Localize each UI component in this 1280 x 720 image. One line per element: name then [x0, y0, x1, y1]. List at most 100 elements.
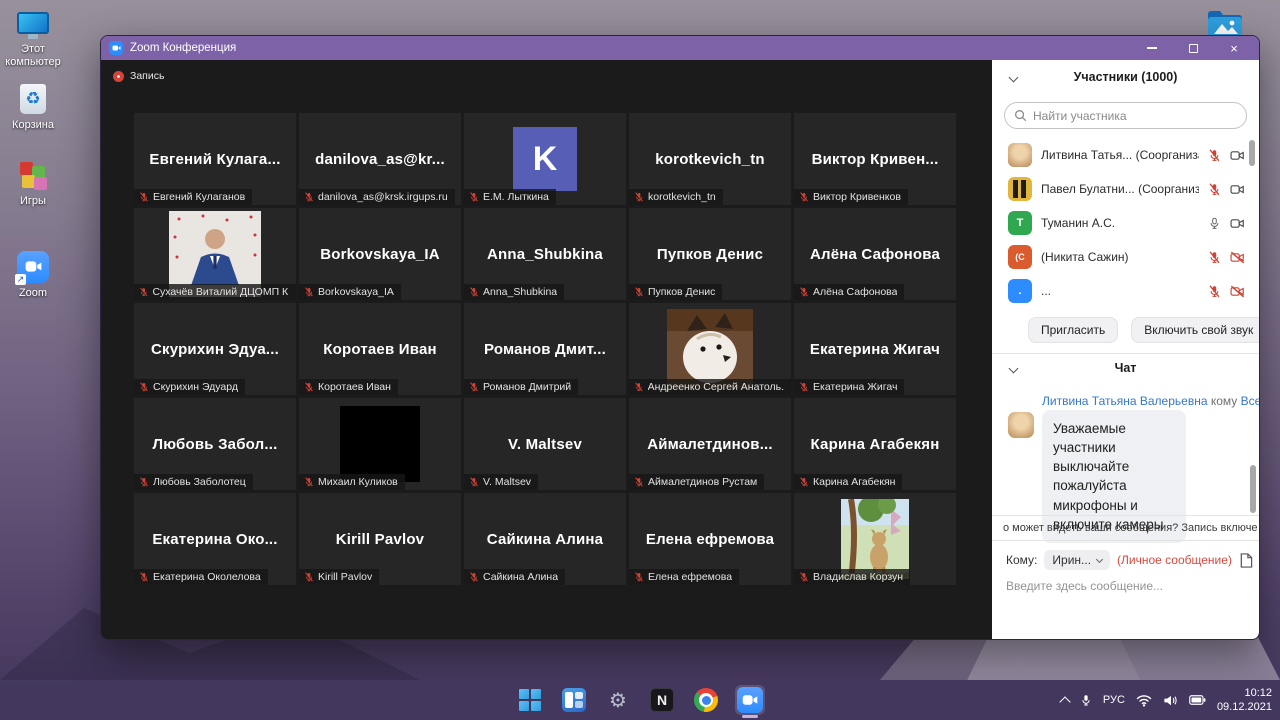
taskbar-icon-settings[interactable]: ⚙	[603, 685, 633, 715]
video-tile[interactable]: Екатерина Жигач Екатерина Жигач	[794, 303, 956, 395]
muted-mic-icon	[304, 572, 314, 582]
participant-row[interactable]: Литвина Татья... (Соорганизатор)	[992, 138, 1259, 172]
tile-name-label: Kirill Pavlov	[299, 569, 379, 585]
tile-name-label: Карина Агабекян	[794, 474, 902, 490]
clock[interactable]: 10:12 09.12.2021	[1217, 686, 1272, 715]
divider	[992, 353, 1259, 354]
taskbar-icon-widgets[interactable]	[559, 685, 589, 715]
video-tile[interactable]: korotkevich_tn korotkevich_tn	[629, 113, 791, 205]
participant-row[interactable]: (С(Никита Сажин)	[992, 240, 1259, 274]
window-title: Zoom Конференция	[130, 42, 1128, 54]
to-label: Кому:	[1006, 553, 1037, 567]
taskbar-icon-notepad[interactable]: N	[647, 685, 677, 715]
wifi-icon[interactable]	[1136, 694, 1152, 707]
video-tile[interactable]: Сайкина Алина Сайкина Алина	[464, 493, 626, 585]
avatar: .	[1008, 279, 1032, 303]
games-icon	[16, 158, 50, 192]
maximize-button[interactable]	[1176, 36, 1210, 60]
video-tile[interactable]: Михаил Куликов	[299, 398, 461, 490]
participant-display-name: Евгений Кулага...	[149, 151, 280, 168]
desktop-icon-this-pc[interactable]: Этот компьютер	[2, 6, 64, 68]
video-tile[interactable]: Скурихин Эдуа... Скурихин Эдуард	[134, 303, 296, 395]
participant-row[interactable]: ....	[992, 274, 1259, 308]
minimize-button[interactable]	[1135, 36, 1169, 60]
video-tile[interactable]: Borkovskaya_IA Borkovskaya_IA	[299, 208, 461, 300]
video-tile[interactable]: Елена ефремова Елена ефремова	[629, 493, 791, 585]
video-tile[interactable]: Аймалетдинов... Аймалетдинов Рустам	[629, 398, 791, 490]
video-tile[interactable]: Романов Дмит... Романов Дмитрий	[464, 303, 626, 395]
desktop-icon-zoom[interactable]: ↗Zoom	[2, 250, 64, 300]
scrollbar-thumb[interactable]	[1250, 465, 1256, 513]
tile-name-label: Андреенко Сергей Анатоль...	[629, 379, 791, 395]
muted-mic-icon	[1208, 149, 1221, 162]
tile-name-label: Коротаев Иван	[299, 379, 398, 395]
scrollbar-thumb[interactable]	[1249, 140, 1255, 166]
search-input[interactable]	[1004, 102, 1247, 129]
video-tile[interactable]: Сухачёв Виталий ДЦОМП К...	[134, 208, 296, 300]
video-tile[interactable]: Пупков Денис Пупков Денис	[629, 208, 791, 300]
video-tile[interactable]: Андреенко Сергей Анатоль...	[629, 303, 791, 395]
participants-header[interactable]: Участники (1000)	[992, 70, 1259, 84]
recipient-dropdown[interactable]: Ирин...	[1044, 550, 1110, 570]
video-tile[interactable]: Kirill Pavlov Kirill Pavlov	[299, 493, 461, 585]
participant-display-name: Anna_Shubkina	[487, 246, 603, 263]
tray-expand-icon[interactable]	[1059, 696, 1070, 707]
video-tile[interactable]: K Е.М. Лыткина	[464, 113, 626, 205]
recording-indicator[interactable]: Запись	[113, 70, 164, 82]
close-button[interactable]: ×	[1217, 36, 1251, 60]
video-tile[interactable]: Виктор Кривен... Виктор Кривенков	[794, 113, 956, 205]
participant-display-name: Алёна Сафонова	[810, 246, 940, 263]
video-tile[interactable]: Любовь Забол... Любовь Заболотец	[134, 398, 296, 490]
zoom-app-icon	[109, 41, 123, 55]
file-icon[interactable]	[1239, 553, 1253, 568]
video-tile[interactable]: Евгений Кулага... Евгений Кулаганов	[134, 113, 296, 205]
participant-list: Литвина Татья... (Соорганизатор) Павел Б…	[992, 138, 1259, 308]
participant-row[interactable]: ТТуманин А.С.	[992, 206, 1259, 240]
desktop-icon-games[interactable]: Игры	[2, 158, 64, 208]
tile-name-label: Романов Дмитрий	[464, 379, 578, 395]
recipient-name[interactable]: Все	[1241, 394, 1260, 408]
video-tile[interactable]: danilova_as@kr... danilova_as@krsk.irgup…	[299, 113, 461, 205]
participant-name: (Никита Сажин)	[1041, 250, 1199, 264]
camera-icon	[1230, 182, 1245, 197]
zoom-shortcut-icon: ↗	[16, 250, 50, 284]
video-tile[interactable]: Коротаев Иван Коротаев Иван	[299, 303, 461, 395]
language-indicator[interactable]: РУС	[1103, 694, 1125, 706]
muted-mic-icon	[799, 287, 809, 297]
recycle-bin-icon: ♻	[16, 82, 50, 116]
taskbar-icon-start[interactable]	[515, 685, 545, 715]
avatar	[1008, 143, 1032, 167]
video-tile[interactable]: Екатерина Око... Екатерина Околелова	[134, 493, 296, 585]
muted-mic-icon	[304, 192, 314, 202]
participant-row[interactable]: Павел Булатни... (Соорганизатор)	[992, 172, 1259, 206]
camera-icon	[1230, 148, 1245, 163]
participant-display-name: Скурихин Эдуа...	[151, 341, 279, 358]
tile-name-label: Алёна Сафонова	[794, 284, 904, 300]
sender-name[interactable]: Литвина Татьяна Валерьевна	[1042, 394, 1208, 408]
meeting-stage: Запись Евгений Кулага... Евгений Кулаган…	[101, 60, 992, 640]
muted-mic-icon	[1208, 251, 1221, 264]
muted-mic-icon	[469, 192, 479, 202]
window-titlebar[interactable]: Zoom Конференция ×	[101, 36, 1259, 60]
muted-mic-icon	[469, 572, 479, 582]
video-tile[interactable]: Алёна Сафонова Алёна Сафонова	[794, 208, 956, 300]
mic-tray-icon[interactable]	[1080, 693, 1092, 708]
battery-icon[interactable]	[1189, 694, 1206, 706]
chat-title: Чат	[1017, 361, 1234, 375]
unmute-button[interactable]: Включить свой звук	[1131, 317, 1260, 343]
video-tile[interactable]: V. Maltsev V. Maltsev	[464, 398, 626, 490]
invite-button[interactable]: Пригласить	[1028, 317, 1118, 343]
message-input[interactable]	[1006, 579, 1245, 593]
speaker-icon[interactable]	[1163, 694, 1178, 707]
tile-name-label: Borkovskaya_IA	[299, 284, 401, 300]
muted-mic-icon	[304, 382, 314, 392]
video-tile[interactable]: Карина Агабекян Карина Агабекян	[794, 398, 956, 490]
video-tile[interactable]: Anna_Shubkina Anna_Shubkina	[464, 208, 626, 300]
desktop-icon-recycle-bin[interactable]: ♻Корзина	[2, 82, 64, 132]
taskbar-icon-zoom[interactable]	[735, 685, 765, 715]
video-tile[interactable]: Владислав Корзун	[794, 493, 956, 585]
profile-photo	[841, 499, 909, 579]
tile-name-label: Сайкина Алина	[464, 569, 565, 585]
taskbar-icon-chrome[interactable]	[691, 685, 721, 715]
chat-header[interactable]: Чат	[992, 361, 1259, 375]
